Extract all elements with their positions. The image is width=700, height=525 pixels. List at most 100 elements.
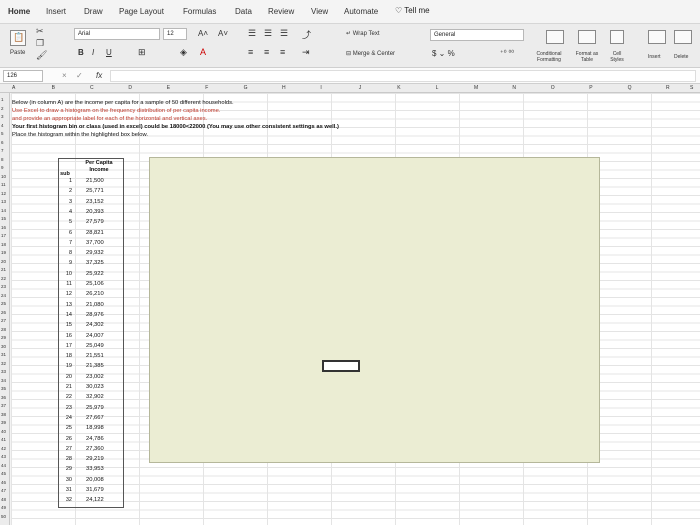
row-header[interactable]: 1 xyxy=(1,97,4,102)
column-header[interactable]: G xyxy=(244,85,248,91)
column-header[interactable]: F xyxy=(205,85,208,91)
orientation-icon[interactable]: ⤴ xyxy=(302,28,311,41)
column-header[interactable]: K xyxy=(397,85,400,91)
table-row[interactable]: 24 27,667 xyxy=(58,415,120,423)
wrap-text-button[interactable]: ↵ Wrap Text xyxy=(346,30,380,37)
table-row[interactable]: 19 21,385 xyxy=(58,363,120,371)
table-row[interactable]: 2 25,771 xyxy=(58,188,120,196)
row-header[interactable]: 19 xyxy=(1,250,6,255)
tab-home[interactable]: Home xyxy=(8,7,30,16)
row-header[interactable]: 17 xyxy=(1,233,6,238)
row-header[interactable]: 13 xyxy=(1,199,6,204)
row-header[interactable]: 28 xyxy=(1,327,6,332)
column-header[interactable]: H xyxy=(282,85,286,91)
column-header[interactable]: L xyxy=(436,85,439,91)
merge-center-button[interactable]: ⊟ Merge & Center xyxy=(346,50,395,57)
row-header[interactable]: 14 xyxy=(1,208,6,213)
align-top-icon[interactable]: ☰ xyxy=(248,28,256,39)
column-header[interactable]: I xyxy=(320,85,321,91)
decimal-icon[interactable]: ⁺⁰ ⁰⁰ xyxy=(500,49,514,57)
table-row[interactable]: 25 18,998 xyxy=(58,425,120,433)
table-row[interactable]: 6 28,821 xyxy=(58,230,120,238)
table-row[interactable]: 23 25,979 xyxy=(58,405,120,413)
delete-cells-button[interactable] xyxy=(674,30,692,44)
table-row[interactable]: 21 30,023 xyxy=(58,384,120,392)
row-header[interactable]: 48 xyxy=(1,497,6,502)
table-row[interactable]: 1 21,500 xyxy=(58,178,120,186)
number-format-select[interactable]: General xyxy=(430,29,524,41)
row-header[interactable]: 27 xyxy=(1,318,6,323)
row-header[interactable]: 37 xyxy=(1,403,6,408)
column-header[interactable]: C xyxy=(90,85,94,91)
row-header[interactable]: 38 xyxy=(1,412,6,417)
table-row[interactable]: 22 32,902 xyxy=(58,394,120,402)
column-header[interactable]: B xyxy=(52,85,55,91)
row-header[interactable]: 41 xyxy=(1,437,6,442)
row-header[interactable]: 22 xyxy=(1,276,6,281)
column-header[interactable]: E xyxy=(167,85,170,91)
row-header[interactable]: 20 xyxy=(1,259,6,264)
table-row[interactable]: 8 29,932 xyxy=(58,250,120,258)
table-row[interactable]: 28 29,219 xyxy=(58,456,120,464)
borders-icon[interactable]: ⊞ xyxy=(138,47,146,58)
table-row[interactable]: 7 37,700 xyxy=(58,240,120,248)
decrease-font-icon[interactable]: A˅ xyxy=(218,29,228,38)
format-as-table-button[interactable] xyxy=(578,30,596,44)
font-color-icon[interactable]: A xyxy=(200,47,206,57)
table-row[interactable]: 32 24,122 xyxy=(58,497,120,505)
row-header[interactable]: 9 xyxy=(1,165,4,170)
row-header[interactable]: 11 xyxy=(1,182,6,187)
copy-icon[interactable]: ❐ xyxy=(36,39,44,48)
column-header[interactable]: O xyxy=(551,85,555,91)
row-header[interactable]: 49 xyxy=(1,505,6,510)
font-size-select[interactable]: 12 xyxy=(163,28,187,40)
fx-icon[interactable]: fx xyxy=(96,71,102,80)
table-row[interactable]: 30 20,008 xyxy=(58,477,120,485)
table-row[interactable]: 16 24,007 xyxy=(58,333,120,341)
tab-formulas[interactable]: Formulas xyxy=(183,7,216,16)
tab-review[interactable]: Review xyxy=(268,7,294,16)
conditional-formatting-button[interactable] xyxy=(546,30,564,44)
column-header[interactable]: Q xyxy=(628,85,632,91)
row-header[interactable]: 34 xyxy=(1,378,6,383)
row-header[interactable]: 46 xyxy=(1,480,6,485)
row-header[interactable]: 26 xyxy=(1,310,6,315)
table-row[interactable]: 9 37,325 xyxy=(58,260,120,268)
column-header[interactable]: A xyxy=(12,85,15,91)
row-header[interactable]: 44 xyxy=(1,463,6,468)
tell-me-search[interactable]: ♡ Tell me xyxy=(395,6,430,15)
row-header[interactable]: 21 xyxy=(1,267,6,272)
italic-icon[interactable]: I xyxy=(92,48,94,57)
table-row[interactable]: 27 27,360 xyxy=(58,446,120,454)
table-row[interactable]: 11 25,106 xyxy=(58,281,120,289)
align-right-icon[interactable]: ≡ xyxy=(280,47,285,57)
increase-font-icon[interactable]: A˄ xyxy=(198,29,208,38)
fill-color-icon[interactable]: ◈ xyxy=(180,47,187,58)
row-header[interactable]: 29 xyxy=(1,335,6,340)
table-row[interactable]: 14 28,976 xyxy=(58,312,120,320)
font-name-select[interactable]: Arial xyxy=(74,28,160,40)
cut-icon[interactable]: ✂ xyxy=(36,27,44,36)
row-header[interactable]: 39 xyxy=(1,420,6,425)
row-header[interactable]: 12 xyxy=(1,191,6,196)
tab-automate[interactable]: Automate xyxy=(344,7,378,16)
underline-icon[interactable]: U xyxy=(106,48,112,57)
table-row[interactable]: 3 23,152 xyxy=(58,199,120,207)
table-row[interactable]: 13 21,080 xyxy=(58,302,120,310)
row-header[interactable]: 7 xyxy=(1,148,4,153)
row-header[interactable]: 45 xyxy=(1,471,6,476)
row-header[interactable]: 2 xyxy=(1,106,4,111)
column-header[interactable]: M xyxy=(474,85,478,91)
row-header[interactable]: 4 xyxy=(1,123,4,128)
table-row[interactable]: 10 25,922 xyxy=(58,271,120,279)
row-header[interactable]: 47 xyxy=(1,488,6,493)
table-row[interactable]: 12 26,210 xyxy=(58,291,120,299)
name-box[interactable]: 126 xyxy=(3,70,43,82)
row-header[interactable]: 24 xyxy=(1,293,6,298)
row-header[interactable]: 23 xyxy=(1,284,6,289)
align-center-icon[interactable]: ≡ xyxy=(264,47,269,57)
tab-page-layout[interactable]: Page Layout xyxy=(119,7,164,16)
format-painter-icon[interactable]: 🖌 xyxy=(36,51,47,60)
row-header[interactable]: 32 xyxy=(1,361,6,366)
row-header[interactable]: 36 xyxy=(1,395,6,400)
